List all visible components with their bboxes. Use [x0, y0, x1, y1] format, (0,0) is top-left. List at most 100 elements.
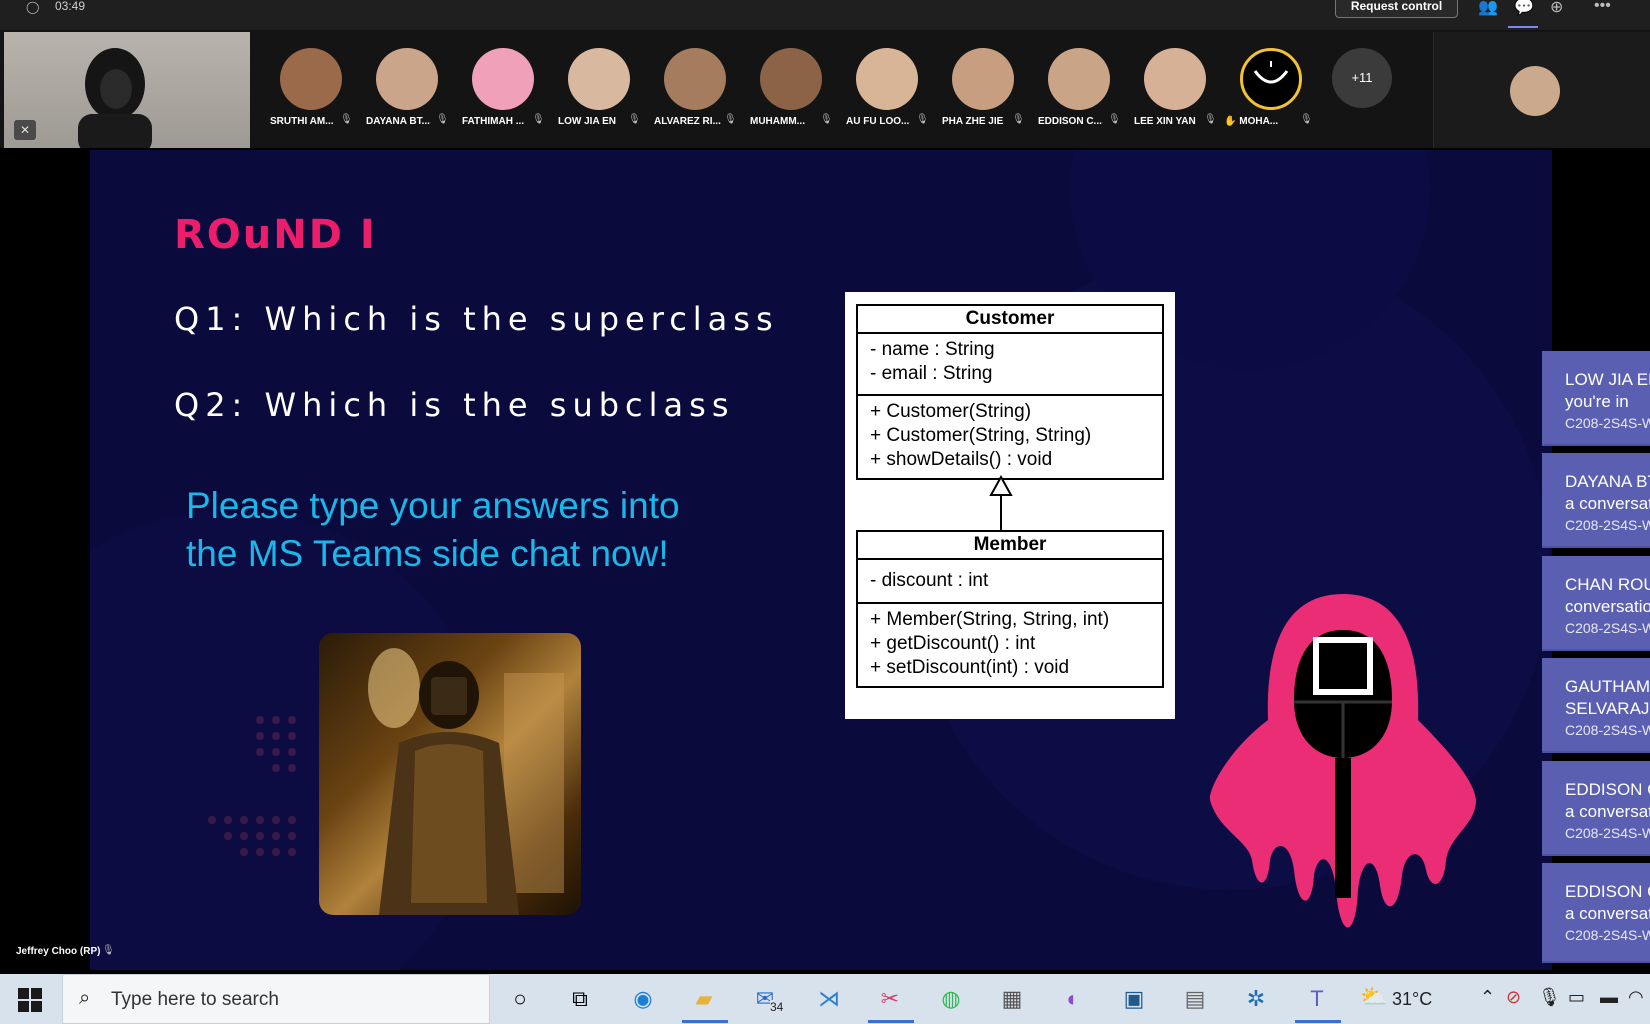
shield-icon: ◯ [26, 0, 40, 14]
class-name: Member [858, 532, 1162, 560]
notification-text: a conversati [1565, 904, 1650, 923]
share-tray-icon[interactable]: ⊕ [1550, 0, 1563, 17]
customer-class-box: Customer - name : String - email : Strin… [856, 304, 1164, 480]
chat-active-indicator [1508, 26, 1538, 28]
vscode-icon[interactable]: ⋊ [812, 983, 846, 1015]
teams-meeting-window: ◯ 03:49 Request control 👥 💬 ⊕ ••• ✕ SRUT… [0, 0, 1650, 1024]
snipping-tool-icon[interactable]: ✂ [873, 983, 907, 1015]
participant-tile[interactable]: PHA ZHE JIE 🎙 [938, 48, 1028, 138]
chat-notification[interactable]: EDDISON C a conversati C208-2S4S-W [1542, 863, 1650, 963]
security-icon[interactable]: ⊘ [1506, 987, 1521, 1008]
notification-chat-name: C208-2S4S-W [1565, 620, 1650, 636]
participant-video-tile[interactable] [1433, 32, 1650, 148]
notification-sender: GAUTHAM [1565, 677, 1650, 696]
method: + Customer(String) [870, 401, 1032, 422]
taskbar-search-box[interactable]: ⌕ Type here to search [62, 974, 490, 1024]
participant-name: DAYANA BT... [366, 116, 430, 127]
participant-tile[interactable]: EDDISON C... 🎙 [1034, 48, 1124, 138]
notification-chat-name: C208-2S4S-W [1565, 415, 1650, 431]
mic-off-icon: 🎙 [532, 114, 545, 125]
participant-tile[interactable]: FATHIMAH ... 🎙 [458, 48, 548, 138]
avatar [1240, 48, 1302, 110]
avatar [1510, 66, 1560, 116]
instruction-line: Please type your answers into [186, 485, 680, 526]
participant-tile[interactable]: ✋ MOHA... 🎙 [1224, 48, 1316, 138]
participant-name-wrap: ✋ MOHA... [1224, 116, 1312, 127]
participant-tile[interactable]: MUHAMM... 🎙 [746, 48, 836, 138]
paint-icon[interactable]: ◐ [1056, 983, 1090, 1015]
uml-class-diagram: Customer - name : String - email : Strin… [845, 292, 1175, 719]
participant-tile[interactable]: AU FU LOO... 🎙 [842, 48, 932, 138]
settings-wheel-icon[interactable]: ✲ [1239, 983, 1273, 1015]
mic-off-icon: 🎙 [1300, 114, 1313, 125]
chat-notification[interactable]: CHAN ROU conversatio C208-2S4S-W [1542, 556, 1650, 651]
mysql-icon[interactable]: ▣ [1117, 983, 1151, 1015]
weather-temperature[interactable]: 31°C [1392, 989, 1432, 1010]
more-options-icon[interactable]: ••• [1594, 0, 1611, 15]
method: + Member(String, String, int) [870, 609, 1110, 630]
class-methods: + Member(String, String, int) + getDisco… [858, 604, 1162, 686]
participant-tile[interactable]: LEE XIN YAN 🎙 [1130, 48, 1220, 138]
notification-text: a conversati [1565, 494, 1650, 513]
calculator-icon[interactable]: ▦ [995, 983, 1029, 1015]
chat-notification[interactable]: GAUTHAM SELVARAJU C208-2S4S-W [1542, 658, 1650, 753]
method: + getDiscount() : int [870, 633, 1036, 654]
notification-text: conversatio [1565, 597, 1650, 616]
method: + showDetails() : void [870, 449, 1053, 470]
active-app-indicator [682, 1020, 728, 1023]
avatar [664, 48, 726, 110]
self-video-tile[interactable]: ✕ [4, 32, 250, 149]
method: + setDiscount(int) : void [870, 657, 1070, 678]
file-explorer-icon[interactable]: ▰ [687, 983, 721, 1015]
participant-name: AU FU LOO... [846, 116, 910, 127]
participant-name: SRUTHI AM... [270, 116, 334, 127]
attribute: - email : String [870, 363, 993, 384]
notification-chat-name: C208-2S4S-W [1565, 517, 1650, 533]
request-control-button[interactable]: Request control [1335, 0, 1458, 18]
participant-tile[interactable]: LOW JIA EN 🎙 [554, 48, 644, 138]
mic-off-icon: 🎙 [436, 114, 449, 125]
chevron-up-icon[interactable]: ⌃ [1480, 987, 1495, 1008]
instruction-line: the MS Teams side chat now! [186, 533, 669, 574]
question-2: Q2: Which is the subclass [174, 386, 735, 424]
windows-start-icon[interactable] [18, 988, 42, 1012]
notification-text: you're in [1565, 392, 1629, 411]
app-icon[interactable]: ▤ [1178, 983, 1212, 1015]
display-icon[interactable]: ▭ [1568, 987, 1585, 1008]
cortana-icon[interactable]: ○ [503, 983, 537, 1015]
smile-icon [1253, 61, 1289, 84]
whatsapp-icon[interactable]: ◍ [934, 983, 968, 1015]
more-participants-button[interactable]: +11 [1332, 48, 1392, 108]
task-view-icon[interactable]: ⧉ [563, 983, 597, 1015]
notification-text: a conversati [1565, 802, 1650, 821]
teams-icon[interactable]: T [1300, 983, 1334, 1015]
avatar [856, 48, 918, 110]
meeting-timer: 03:49 [55, 0, 86, 13]
mic-off-icon: 🎙 [628, 114, 641, 125]
search-placeholder: Type here to search [111, 989, 279, 1010]
participant-name: FATHIMAH ... [462, 116, 525, 127]
wifi-icon[interactable]: ◠ [1628, 987, 1644, 1008]
mic-off-icon: 🎙 [916, 114, 929, 125]
chat-notification[interactable]: LOW JIA EN you're in C208-2S4S-W [1542, 351, 1650, 446]
chat-icon[interactable]: 💬 [1514, 0, 1534, 17]
people-icon[interactable]: 👥 [1478, 0, 1498, 17]
dot-pattern [208, 716, 296, 856]
search-icon: ⌕ [79, 987, 91, 1009]
mic-off-icon: ✕ [14, 120, 36, 140]
battery-icon[interactable]: ▬ [1600, 987, 1618, 1008]
avatar [568, 48, 630, 110]
edge-browser-icon[interactable]: ◉ [626, 983, 660, 1015]
mic-off-icon: 🎙 [1012, 114, 1025, 125]
notification-sender: LOW JIA EN [1565, 370, 1650, 389]
notification-sender: EDDISON C [1565, 882, 1650, 901]
chat-notification[interactable]: DAYANA BT a conversati C208-2S4S-W [1542, 453, 1650, 548]
weather-icon[interactable]: ⛅ [1360, 984, 1387, 1010]
participant-tile[interactable]: SRUTHI AM... 🎙 [266, 48, 356, 138]
microphone-icon[interactable]: 🎙 [1538, 987, 1561, 1008]
attribute: - name : String [870, 339, 995, 360]
participant-tile[interactable]: DAYANA BT... 🎙 [362, 48, 452, 138]
participant-tile[interactable]: ALVAREZ RI... 🎙 [650, 48, 740, 138]
mic-off-icon: 🎙 [724, 114, 737, 125]
chat-notification[interactable]: EDDISON C a conversati C208-2S4S-W [1542, 761, 1650, 856]
